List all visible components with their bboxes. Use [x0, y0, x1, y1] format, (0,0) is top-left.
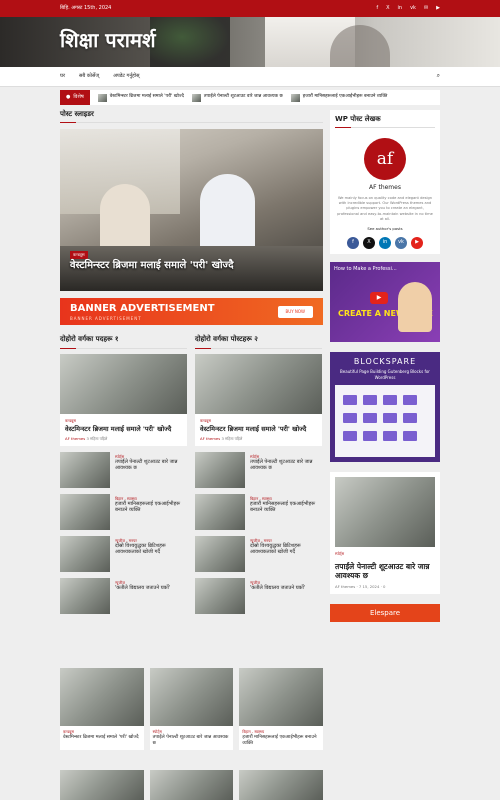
linkedin-icon[interactable]: in	[398, 5, 403, 12]
youtube-icon[interactable]: ▶	[436, 5, 440, 12]
post-category[interactable]: कन्ड्यूस	[65, 418, 182, 423]
grid-post[interactable]: बिहान - स्वास्थ्य हजारौं मानिसहरूलाई एकआई…	[239, 668, 324, 751]
list-item[interactable]: न्यूजीज - मनपर दोस्रो विश्वयुद्धका ब्रिटि…	[60, 535, 187, 572]
banner-subtitle: BANNER ADVERTISEMENT	[70, 315, 142, 321]
blockspare-subtitle: Beautiful Page Building Gutenberg Blocks…	[340, 369, 430, 380]
top-social-links: f X in vk ✉ ▶	[376, 5, 440, 12]
mail-icon[interactable]: ✉	[424, 5, 428, 12]
video-title[interactable]: How to Make a Professi...	[334, 266, 397, 273]
ticker-item[interactable]: तपाईंले पेनाल्टी शूटआउट वारे जान्न आवश्य…	[191, 93, 283, 102]
ticker-label: ● विशेष	[60, 90, 90, 105]
grid-post[interactable]: कन्ड्यूस वेस्टमिन्स्टर ब्रिजमा मलाई समाले…	[60, 668, 144, 751]
post-image[interactable]	[60, 353, 187, 414]
list-item[interactable]: स्पोर्ट्स तपाईंले पेनाल्टी शूटआउट बारे जा…	[195, 451, 322, 488]
list-item[interactable]: स्पोर्ट्स तपाईंले पेनाल्टी शूटआउट बारे जा…	[60, 451, 187, 488]
facebook-icon[interactable]: f	[376, 5, 378, 12]
post-category[interactable]: कन्ड्यूस	[200, 418, 317, 423]
post-title[interactable]: तपाईंले पेनाल्टी शूटआउट बारे जान्न आवश्य…	[335, 562, 435, 582]
post-meta: AF themes · 7 15, 2024 · 0	[335, 584, 386, 590]
site-title[interactable]: शिक्षा परामर्श	[60, 27, 156, 54]
elespare-button[interactable]: Elespare	[330, 604, 440, 623]
site-header: शिक्षा परामर्श	[0, 17, 500, 67]
vk-icon[interactable]: vk	[410, 5, 416, 12]
x-icon[interactable]: X	[386, 5, 389, 12]
nav-home[interactable]: घर	[60, 73, 65, 80]
grid-post[interactable]: स्पोर्ट्स तपाईंले पेनाल्टी शूटआउट बारे जा…	[149, 668, 234, 751]
author-name[interactable]: AF themes	[335, 184, 435, 192]
author-social-links: f X in vk ▶	[335, 236, 435, 249]
top-bar: बिहि. अगस्ट 15th, 2024 f X in vk ✉ ▶	[0, 0, 500, 17]
list-item[interactable]: बिहान - स्वास्थ्य हजारौं मानिसहरूलाई एकआई…	[195, 493, 322, 530]
search-icon[interactable]: ⌕	[437, 72, 440, 80]
main-content: पोस्ट स्लाइडर कन्ड्यूस वेस्टमिन्स्टर ब्र…	[60, 110, 323, 614]
nav-courses[interactable]: सबै कोर्सेज्	[79, 73, 99, 80]
list-item[interactable]: न्यूजीज 'कतीले विद्यालय जताउने घर्को'	[195, 577, 322, 614]
author-posts-link[interactable]: See author's posts	[335, 226, 435, 231]
blockspare-ad[interactable]: BLOCKSPARE Beautiful Page Building Guten…	[330, 351, 440, 462]
facebook-icon[interactable]: f	[347, 236, 359, 249]
banner-ad[interactable]: BANNER ADVERTISEMENT BANNER ADVERTISEMENT…	[60, 298, 323, 326]
column-heading: दोहोरो वर्गका पदहरू १	[60, 335, 187, 350]
x-icon[interactable]: X	[363, 236, 375, 249]
blockspare-title: BLOCKSPARE	[353, 356, 417, 366]
blockspare-screenshot	[335, 385, 435, 458]
grid-post-image[interactable]	[60, 770, 144, 800]
slider-heading: पोस्ट स्लाइडर	[60, 110, 323, 124]
nav-updates[interactable]: अपडेट गर्नुहोस्	[113, 73, 139, 80]
post-title[interactable]: वेस्टमिन्स्टर ब्रिजमा मलाई समाले 'परी' ख…	[65, 425, 182, 433]
featured-post[interactable]: कन्ड्यूस वेस्टमिन्स्टर ब्रिजमा मलाई समाल…	[60, 353, 187, 446]
ticker-item[interactable]: हजारौं मानिसहरूलाई एकआईभीहरू बनाउने व्यक…	[290, 93, 387, 102]
post-title[interactable]: वेस्टमिन्स्टर ब्रिजमा मलाई समाले 'परी' ख…	[200, 425, 317, 433]
post-meta: AF themes 3 महिना पहिले	[65, 436, 108, 442]
video-widget[interactable]: How to Make a Professi... ▶ CREATE A NEW…	[330, 261, 440, 342]
ticker-item[interactable]: वेस्टमिन्स्टर ब्रिजमा मलाई समाले 'परी' ख…	[97, 93, 184, 102]
play-icon[interactable]: ▶	[370, 291, 388, 304]
post-meta: AF themes 3 महिना पहिले	[200, 436, 243, 442]
slider-category[interactable]: कन्ड्यूस	[70, 251, 88, 259]
linkedin-icon[interactable]: in	[379, 236, 391, 249]
double-column-1: दोहोरो वर्गका पदहरू १ कन्ड्यूस वेस्टमिन्…	[60, 335, 187, 614]
double-column-2: दोहोरो वर्गका पोस्टहरू २ कन्ड्यूस वेस्टम…	[195, 335, 322, 614]
list-item[interactable]: न्यूजीज - मनपर दोस्रो विश्वयुद्धका ब्रिटि…	[195, 535, 322, 572]
list-item[interactable]: न्यूजीज 'कतीले विद्यालय जताउने घर्को'	[60, 577, 187, 614]
author-widget-title: WP पोस्ट लेखक	[335, 115, 435, 129]
post-category[interactable]: स्पोर्ट्स	[335, 551, 435, 556]
banner-title: BANNER ADVERTISEMENT	[70, 303, 215, 315]
author-widget: WP पोस्ट लेखक af AF themes We mainly foc…	[330, 110, 440, 254]
vk-icon[interactable]: vk	[395, 236, 407, 249]
youtube-icon[interactable]: ▶	[411, 236, 423, 249]
post-image[interactable]	[335, 476, 435, 547]
record-icon: ●	[66, 94, 71, 101]
grid-post-image[interactable]	[239, 770, 324, 800]
slider-caption[interactable]: वेस्टमिन्स्टर ब्रिजमा मलाई समाले 'परी' ख…	[70, 259, 234, 273]
sidebar: WP पोस्ट लेखक af AF themes We mainly foc…	[330, 110, 440, 623]
bottom-grid-2	[60, 770, 324, 800]
author-avatar[interactable]: af	[364, 138, 406, 181]
sidebar-post[interactable]: स्पोर्ट्स तपाईंले पेनाल्टी शूटआउट बारे ज…	[330, 471, 440, 595]
main-nav: घर सबै कोर्सेज् अपडेट गर्नुहोस् ⌕	[0, 67, 500, 87]
featured-post[interactable]: कन्ड्यूस वेस्टमिन्स्टर ब्रिजमा मलाई समाल…	[195, 353, 322, 446]
grid-post-image[interactable]	[149, 770, 234, 800]
news-ticker: ● विशेष वेस्टमिन्स्टर ब्रिजमा मलाई समाले …	[60, 90, 440, 105]
author-description: We mainly focus on quality code and eleg…	[337, 195, 433, 222]
post-image[interactable]	[195, 353, 322, 414]
bottom-grid: कन्ड्यूस वेस्टमिन्स्टर ब्रिजमा मलाई समाले…	[60, 668, 324, 751]
buy-now-button[interactable]: BUY NOW	[277, 306, 313, 318]
post-slider[interactable]: कन्ड्यूस वेस्टमिन्स्टर ब्रिजमा मलाई समाल…	[60, 129, 323, 292]
list-item[interactable]: बिहान - स्वास्थ्य हजारौं मानिसहरूलाई एकआई…	[60, 493, 187, 530]
column-heading: दोहोरो वर्गका पोस्टहरू २	[195, 335, 322, 350]
current-date: बिहि. अगस्ट 15th, 2024	[60, 5, 112, 12]
